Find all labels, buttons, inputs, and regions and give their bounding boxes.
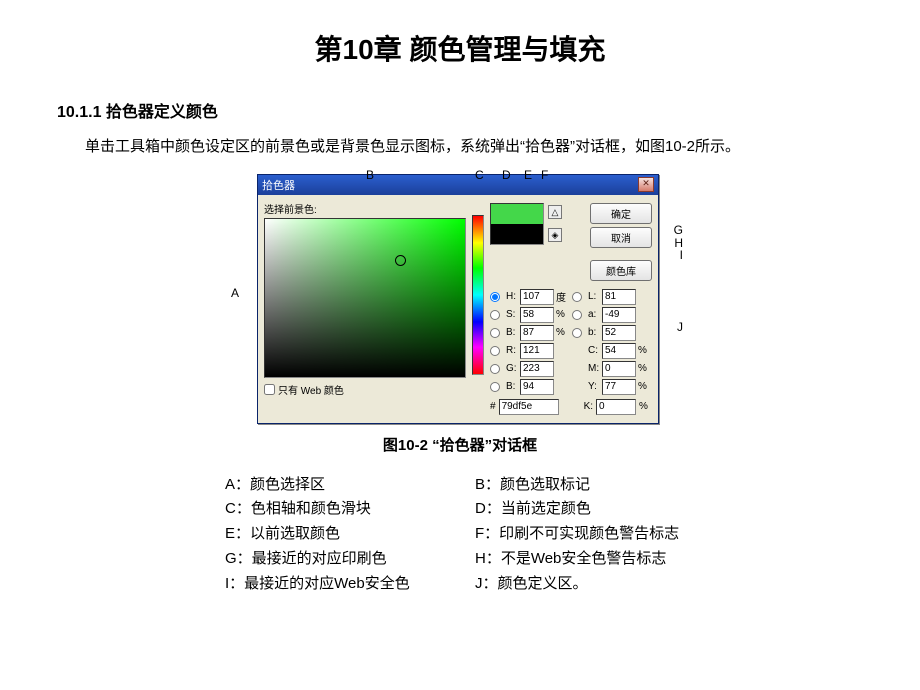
s-input[interactable]: 58 — [520, 307, 554, 323]
callout-i: I — [680, 248, 683, 262]
swatch-row: △ ◈ 确定 取消 颜色库 — [490, 203, 652, 281]
color-swatches — [490, 203, 544, 245]
g-label: G: — [506, 363, 518, 374]
k-input[interactable]: 0 — [596, 399, 636, 415]
pick-foreground-label: 选择前景色: — [264, 201, 466, 216]
s-label: S: — [506, 309, 518, 320]
a-input[interactable]: -49 — [602, 307, 636, 323]
legend-e: E：以前选取颜色 — [225, 522, 475, 547]
legend-f: F：印刷不可实现颜色警告标志 — [475, 522, 679, 547]
gamut-warning-icon[interactable]: △ — [548, 205, 562, 219]
ok-button[interactable]: 确定 — [590, 203, 652, 224]
m-input[interactable]: 0 — [602, 361, 636, 377]
hex-input[interactable]: 79df5e — [499, 399, 559, 415]
previous-color-swatch[interactable] — [491, 224, 543, 244]
g-input[interactable]: 223 — [520, 361, 554, 377]
dialog-body: 选择前景色: 只有 Web 颜色 — [258, 195, 658, 423]
legend-g: G：最接近的对应印刷色 — [225, 547, 475, 572]
legend-h: H：不是Web安全色警告标志 — [475, 547, 666, 572]
dialog-title: 拾色器 — [262, 177, 295, 193]
b-rgb-label: B: — [506, 381, 518, 392]
legend-d: D：当前选定颜色 — [475, 497, 591, 522]
close-icon[interactable]: ✕ — [638, 177, 654, 192]
hue-slider[interactable] — [472, 215, 484, 375]
c-input[interactable]: 54 — [602, 343, 636, 359]
intro-paragraph: 单击工具箱中颜色设定区的前景色或是背景色显示图标，系统弹出“拾色器”对话框，如图… — [55, 134, 865, 160]
color-library-button[interactable]: 颜色库 — [590, 260, 652, 281]
bv-radio[interactable] — [490, 328, 500, 338]
k-unit: % — [639, 401, 648, 412]
color-field-column: 选择前景色: 只有 Web 颜色 — [264, 201, 466, 415]
dialog-with-callouts: A B C D E F G H I J 拾色器 ✕ 选择前景色: — [197, 174, 723, 424]
r-label: R: — [506, 345, 518, 356]
h-input[interactable]: 107 — [520, 289, 554, 305]
figure: A B C D E F G H I J 拾色器 ✕ 选择前景色: — [55, 174, 865, 455]
k-label: K: — [584, 401, 593, 412]
legend-i: I：最接近的对应Web安全色 — [225, 572, 475, 597]
callout-c: C — [475, 168, 484, 182]
l-radio[interactable] — [572, 292, 582, 302]
color-values-grid: H:107度 L:81 S:58% a:-49 B:87% b:52 R:121… — [490, 289, 652, 395]
bv-input[interactable]: 87 — [520, 325, 554, 341]
bv-unit: % — [556, 327, 570, 338]
hex-label: # — [490, 401, 496, 412]
b-rgb-radio[interactable] — [490, 382, 500, 392]
b-lab-label: b: — [588, 327, 600, 338]
b-rgb-input[interactable]: 94 — [520, 379, 554, 395]
legend-b: B：颜色选取标记 — [475, 473, 590, 498]
callout-d: D — [502, 168, 511, 182]
web-colors-only-label: 只有 Web 颜色 — [278, 382, 344, 397]
callout-f: F — [541, 168, 548, 182]
color-field[interactable] — [264, 218, 466, 378]
dialog-titlebar[interactable]: 拾色器 ✕ — [258, 175, 658, 195]
figure-caption: 图10-2 “拾色器”对话框 — [55, 434, 865, 455]
bv-label: B: — [506, 327, 518, 338]
s-radio[interactable] — [490, 310, 500, 320]
a-label: a: — [588, 309, 600, 320]
dialog-buttons: 确定 取消 颜色库 — [590, 203, 652, 281]
callout-b: B — [366, 168, 374, 182]
m-label: M: — [588, 363, 600, 374]
y-input[interactable]: 77 — [602, 379, 636, 395]
current-color-swatch[interactable] — [491, 204, 543, 224]
chapter-title: 第10章 颜色管理与填充 — [55, 28, 865, 68]
color-selection-ring-icon[interactable] — [395, 255, 406, 266]
c-label: C: — [588, 345, 600, 356]
color-picker-dialog: 拾色器 ✕ 选择前景色: 只有 Web 颜色 — [257, 174, 659, 424]
document-page: 第10章 颜色管理与填充 10.1.1 拾色器定义颜色 单击工具箱中颜色设定区的… — [0, 0, 920, 690]
h-label: H: — [506, 291, 518, 302]
y-unit: % — [638, 381, 652, 392]
hex-row: # 79df5e K: 0 % — [490, 399, 652, 415]
callout-g: G — [674, 223, 683, 237]
b-lab-radio[interactable] — [572, 328, 582, 338]
legend-j: J：颜色定义区。 — [475, 572, 588, 597]
b-lab-input[interactable]: 52 — [602, 325, 636, 341]
section-heading: 10.1.1 拾色器定义颜色 — [57, 98, 865, 122]
g-radio[interactable] — [490, 364, 500, 374]
a-radio[interactable] — [572, 310, 582, 320]
r-input[interactable]: 121 — [520, 343, 554, 359]
web-colors-only-checkbox[interactable]: 只有 Web 颜色 — [264, 382, 466, 397]
h-radio[interactable] — [490, 292, 500, 302]
c-unit: % — [638, 345, 652, 356]
y-label: Y: — [588, 381, 600, 392]
l-input[interactable]: 81 — [602, 289, 636, 305]
legend-a: A：颜色选择区 — [225, 473, 475, 498]
web-safe-warning-icon[interactable]: ◈ — [548, 228, 562, 242]
callout-a: A — [231, 286, 239, 300]
legend-c: C：色相轴和颜色滑块 — [225, 497, 475, 522]
warning-column: △ ◈ — [548, 205, 562, 242]
callout-e: E — [524, 168, 532, 182]
cancel-button[interactable]: 取消 — [590, 227, 652, 248]
l-label: L: — [588, 291, 600, 302]
r-radio[interactable] — [490, 346, 500, 356]
m-unit: % — [638, 363, 652, 374]
right-column: △ ◈ 确定 取消 颜色库 H:107度 — [490, 203, 652, 415]
legend: A：颜色选择区B：颜色选取标记 C：色相轴和颜色滑块D：当前选定颜色 E：以前选… — [225, 473, 865, 597]
h-unit: 度 — [556, 289, 570, 304]
callout-j: J — [677, 320, 683, 334]
web-colors-only-input[interactable] — [264, 384, 275, 395]
s-unit: % — [556, 309, 570, 320]
